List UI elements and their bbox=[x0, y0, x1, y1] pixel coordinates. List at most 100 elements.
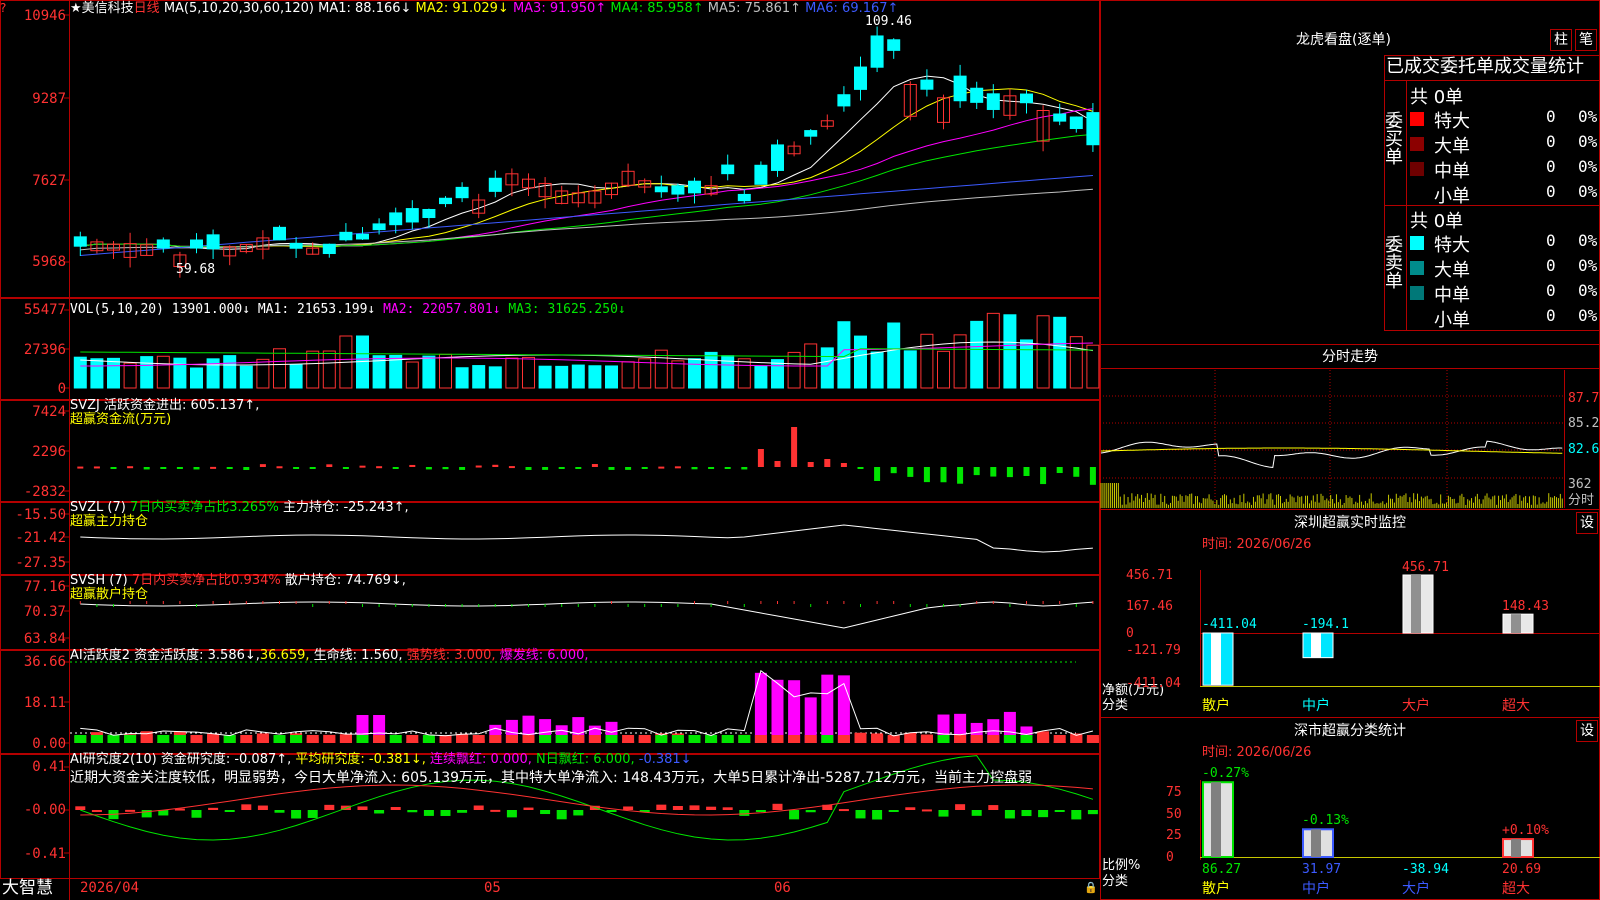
monitor-value-label: -411.04 bbox=[1202, 617, 1257, 632]
classify-y-label: 25 bbox=[1166, 828, 1182, 843]
order-percent: 0% bbox=[1578, 132, 1598, 151]
order-volume: 0 bbox=[1546, 231, 1556, 250]
right-panel-canvas bbox=[1100, 0, 1600, 900]
order-size-label: 特大 bbox=[1434, 235, 1470, 256]
classify-time: 时间: 2026/06/26 bbox=[1202, 745, 1312, 760]
order-row: 大单 0 0% bbox=[1410, 132, 1600, 157]
sell-total: 共 0单 bbox=[1410, 211, 1464, 232]
classify-top-label: +0.10% bbox=[1502, 823, 1549, 839]
classify-xlabel: 分类 bbox=[1102, 874, 1129, 889]
monitor-value-label: 456.71 bbox=[1402, 560, 1449, 575]
bar-mode-button[interactable]: 柱 bbox=[1550, 29, 1572, 51]
fenshi-y-label: 82.69 bbox=[1568, 442, 1600, 457]
monitor-y-label: 456.71 bbox=[1126, 568, 1173, 583]
order-volume: 0 bbox=[1546, 182, 1556, 201]
classify-category: 超大 bbox=[1502, 881, 1530, 897]
order-color-swatch bbox=[1410, 261, 1424, 275]
classify-y-label: 75 bbox=[1166, 785, 1182, 800]
order-color-swatch bbox=[1410, 286, 1424, 300]
classify-value-label: -38.94 bbox=[1402, 862, 1449, 877]
fenshi-y-label: 87.75 bbox=[1568, 391, 1600, 406]
classify-title: 深市超赢分类统计 bbox=[1294, 723, 1406, 739]
order-color-swatch bbox=[1410, 311, 1424, 325]
order-percent: 0% bbox=[1578, 107, 1598, 126]
classify-y-label: 0 bbox=[1166, 850, 1174, 865]
order-row: 中单 0 0% bbox=[1410, 157, 1600, 182]
order-percent: 0% bbox=[1578, 182, 1598, 201]
classify-top-label: -0.27% bbox=[1202, 766, 1249, 782]
classify-category: 中户 bbox=[1302, 881, 1330, 897]
monitor-bar-shine bbox=[1411, 575, 1421, 633]
fenshi-y-label: 分时 bbox=[1568, 493, 1595, 508]
order-color-swatch bbox=[1410, 187, 1424, 201]
classify-category: 散户 bbox=[1202, 881, 1230, 897]
fenshi-y-label: 362 bbox=[1568, 477, 1592, 492]
intraday-price-line bbox=[1100, 440, 1563, 468]
monitor-bar-shine bbox=[1311, 633, 1321, 658]
order-color-swatch bbox=[1410, 137, 1424, 151]
dragon-title: 龙虎看盘(逐单) bbox=[1296, 32, 1391, 48]
order-volume: 0 bbox=[1546, 157, 1556, 176]
dragon-header: 已成交委托单成交量统计 bbox=[1386, 56, 1584, 77]
monitor-category: 超大 bbox=[1502, 698, 1530, 714]
order-size-label: 小单 bbox=[1434, 186, 1470, 207]
classify-y-label: 50 bbox=[1166, 807, 1182, 822]
monitor-bar-shine bbox=[1211, 633, 1221, 686]
monitor-title: 深圳超赢实时监控 bbox=[1294, 515, 1406, 531]
monitor-settings-button[interactable]: 设 bbox=[1576, 512, 1598, 534]
classify-ylabel: 比例% bbox=[1102, 858, 1141, 873]
classify-settings-button[interactable]: 设 bbox=[1576, 720, 1598, 742]
monitor-category: 中户 bbox=[1302, 698, 1330, 714]
order-size-label: 中单 bbox=[1434, 161, 1470, 182]
order-size-label: 中单 bbox=[1434, 285, 1470, 306]
order-size-label: 大单 bbox=[1434, 136, 1470, 157]
order-volume: 0 bbox=[1546, 256, 1556, 275]
monitor-bar-shine bbox=[1511, 614, 1521, 633]
monitor-y-label: 0 bbox=[1126, 626, 1134, 641]
order-volume: 0 bbox=[1546, 306, 1556, 325]
classify-value-label: 31.97 bbox=[1302, 862, 1342, 877]
order-volume: 0 bbox=[1546, 107, 1556, 126]
classify-value-label: 86.27 bbox=[1202, 862, 1242, 877]
monitor-value-label: -194.1 bbox=[1302, 617, 1349, 632]
order-percent: 0% bbox=[1578, 231, 1598, 250]
fenshi-y-label: 85.22 bbox=[1568, 416, 1600, 431]
order-row: 大单 0 0% bbox=[1410, 256, 1600, 281]
order-row: 特大 0 0% bbox=[1410, 107, 1600, 132]
monitor-category: 大户 bbox=[1402, 698, 1430, 714]
order-size-label: 大单 bbox=[1434, 260, 1470, 281]
order-volume: 0 bbox=[1546, 281, 1556, 300]
classify-bar-shine bbox=[1211, 782, 1221, 857]
monitor-y-label: -121.79 bbox=[1126, 643, 1181, 658]
buy-total: 共 0单 bbox=[1410, 87, 1464, 108]
classify-value-label: 20.69 bbox=[1502, 862, 1542, 877]
tick-mode-button[interactable]: 笔 bbox=[1575, 29, 1597, 51]
monitor-xlabel: 分类 bbox=[1102, 698, 1129, 713]
monitor-category: 散户 bbox=[1202, 698, 1230, 714]
order-percent: 0% bbox=[1578, 157, 1598, 176]
monitor-y-label: -411.04 bbox=[1126, 676, 1181, 691]
order-row: 特大 0 0% bbox=[1410, 231, 1600, 256]
monitor-value-label: 148.43 bbox=[1502, 599, 1549, 615]
order-size-label: 特大 bbox=[1434, 111, 1470, 132]
intraday-avg-line bbox=[1101, 447, 1563, 454]
order-volume: 0 bbox=[1546, 132, 1556, 151]
monitor-time: 时间: 2026/06/26 bbox=[1202, 537, 1312, 552]
order-color-swatch bbox=[1410, 112, 1424, 126]
classify-bar-shine bbox=[1311, 829, 1321, 857]
monitor-y-label: 167.46 bbox=[1126, 599, 1173, 614]
order-percent: 0% bbox=[1578, 306, 1598, 325]
fenshi-title[interactable]: 分时走势 bbox=[1100, 346, 1600, 368]
classify-category: 大户 bbox=[1402, 881, 1430, 897]
order-row: 小单 0 0% bbox=[1410, 306, 1600, 331]
order-row: 中单 0 0% bbox=[1410, 281, 1600, 306]
order-color-swatch bbox=[1410, 162, 1424, 176]
order-size-label: 小单 bbox=[1434, 310, 1470, 331]
order-color-swatch bbox=[1410, 236, 1424, 250]
order-percent: 0% bbox=[1578, 256, 1598, 275]
buy-label: 委买单 bbox=[1382, 111, 1403, 165]
order-percent: 0% bbox=[1578, 281, 1598, 300]
classify-top-label: -0.13% bbox=[1302, 813, 1349, 829]
classify-bar-shine bbox=[1511, 839, 1521, 857]
order-row: 小单 0 0% bbox=[1410, 182, 1600, 207]
